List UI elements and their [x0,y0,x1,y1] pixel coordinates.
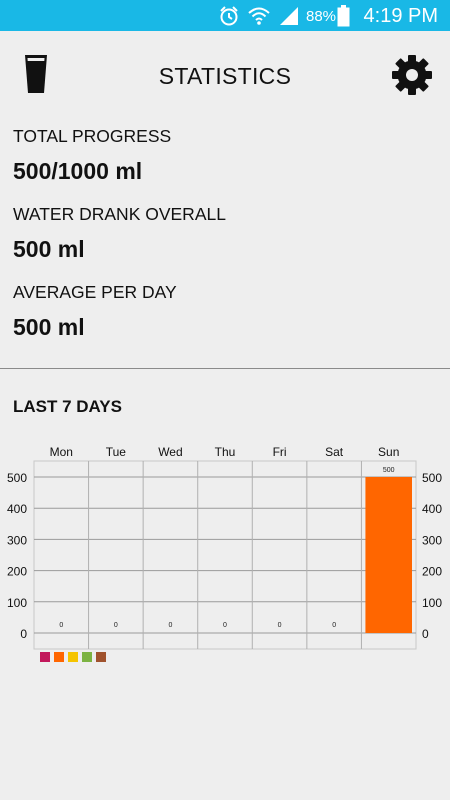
y-tick-label-right: 200 [422,565,442,579]
y-tick-label-left: 100 [7,596,27,610]
legend-swatch [54,652,64,662]
data-label: 500 [383,467,395,474]
data-label: 0 [168,622,172,629]
data-label: 0 [223,622,227,629]
y-tick-label-right: 100 [422,596,442,610]
page-title: STATISTICS [158,63,292,89]
weekly-bar-chart: 0 0 100 100 200 200 300 300 400 400 500 500 Mon 0 Tue 0… [7,445,442,650]
chart-legend [40,652,106,662]
data-label: 0 [332,622,336,629]
category-label: Wed [158,445,182,459]
category-label: Fri [273,445,287,459]
app-bar: STATISTICS [0,31,450,117]
battery-icon [337,5,350,27]
y-tick-label-left: 400 [7,502,27,516]
last-7-days-title: LAST 7 DAYS [13,397,122,416]
battery-percent: 88% [306,8,337,25]
y-tick-label-left: 200 [7,565,27,579]
signal-icon [280,7,298,25]
legend-swatch [40,652,50,662]
legend-swatch [68,652,78,662]
water-drank-value: 500 ml [13,236,85,262]
alarm-icon [220,6,238,26]
category-label: Tue [106,445,127,459]
wifi-icon [248,7,270,25]
average-per-day-value: 500 ml [13,314,85,340]
plot-frame [33,460,417,650]
y-tick-label-right: 0 [422,627,429,641]
category-label: Sun [378,445,399,459]
category-label: Thu [215,445,236,459]
status-bar: 88% 4:19 PM [0,0,450,31]
y-tick-label-right: 500 [422,471,442,485]
gear-icon[interactable] [391,54,433,96]
y-tick-label-left: 300 [7,533,27,547]
data-label: 0 [114,622,118,629]
bar [365,477,412,633]
y-tick-label-right: 400 [422,502,442,516]
total-progress-value: 500/1000 ml [13,158,143,184]
divider [0,368,450,369]
data-label: 0 [59,622,63,629]
status-time: 4:19 PM [363,5,438,27]
y-tick-label-right: 300 [422,533,442,547]
category-label: Sat [325,445,344,459]
legend-swatch [82,652,92,662]
average-per-day-label: AVERAGE PER DAY [13,282,177,302]
legend-swatch [96,652,106,662]
y-tick-label-left: 500 [7,471,27,485]
water-drank-label: WATER DRANK OVERALL [13,204,226,224]
total-progress-label: TOTAL PROGRESS [13,126,172,146]
category-label: Mon [50,445,73,459]
y-tick-label-left: 0 [20,627,27,641]
data-label: 0 [278,622,282,629]
